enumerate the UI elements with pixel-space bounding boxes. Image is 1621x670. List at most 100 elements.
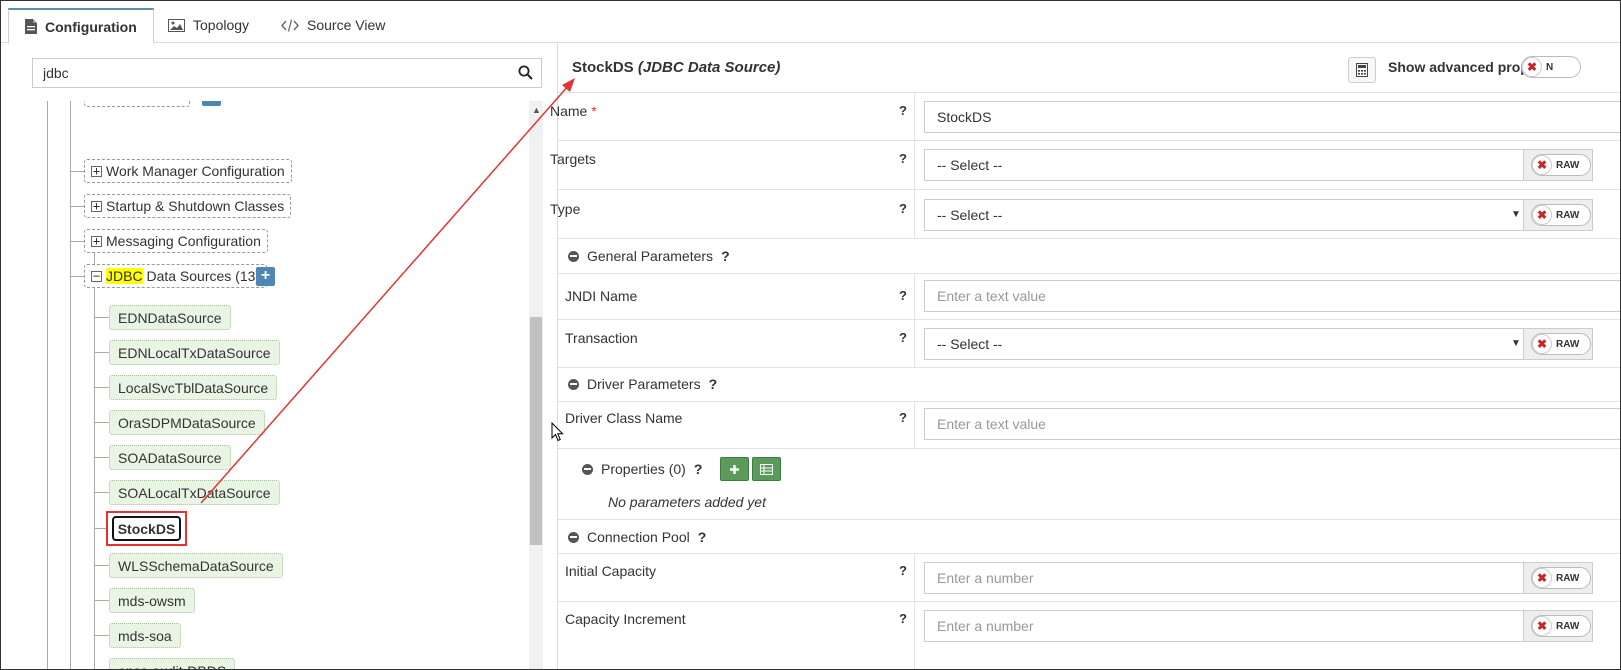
- transaction-raw-toggle[interactable]: ✖ RAW: [1531, 333, 1591, 355]
- config-tree: + Work Manager Configuration + Startup &…: [1, 101, 557, 669]
- tab-label: Topology: [193, 17, 250, 33]
- field-label: Capacity Increment: [565, 611, 686, 627]
- raw-label: RAW: [1556, 572, 1580, 584]
- tree-leaf[interactable]: WLSSchemaDataSource: [109, 553, 283, 578]
- section-title: Driver Parameters: [587, 376, 701, 392]
- tree-node-work-manager[interactable]: + Work Manager Configuration: [84, 159, 292, 183]
- scroll-up-icon[interactable]: ▲: [532, 105, 541, 115]
- search-input[interactable]: [33, 59, 513, 87]
- tree-node-messaging[interactable]: + Messaging Configuration: [84, 229, 268, 253]
- tree-leaf[interactable]: LocalSvcTblDataSource: [109, 375, 278, 400]
- help-icon[interactable]: ?: [694, 461, 703, 477]
- tree-leaf[interactable]: EDNDataSource: [109, 305, 231, 330]
- search-highlight: JDBC: [106, 268, 143, 284]
- collapse-icon[interactable]: [568, 531, 579, 543]
- section-header[interactable]: General Parameters ?: [568, 248, 730, 264]
- name-input[interactable]: StockDS: [924, 101, 1620, 133]
- type-select[interactable]: -- Select --: [924, 199, 1524, 231]
- add-button[interactable]: [202, 101, 221, 106]
- add-data-source-button[interactable]: +: [256, 267, 275, 286]
- scrollbar-thumb[interactable]: [530, 317, 542, 545]
- tab-configuration[interactable]: Configuration: [8, 8, 154, 44]
- tree-leaf[interactable]: SOALocalTxDataSource: [109, 480, 280, 505]
- targets-raw-toggle[interactable]: ✖ RAW: [1531, 154, 1591, 176]
- initial-capacity-input[interactable]: Enter a number: [924, 562, 1524, 594]
- help-icon[interactable]: ?: [721, 248, 730, 264]
- tree-scrollbar[interactable]: ▲: [529, 101, 543, 669]
- section-header[interactable]: Driver Parameters ?: [568, 376, 717, 392]
- tree-node-startup-shutdown[interactable]: + Startup & Shutdown Classes: [84, 194, 292, 218]
- close-icon: ✖: [1522, 57, 1542, 77]
- section-title: Connection Pool: [587, 529, 690, 545]
- row-capacity-increment: Capacity Increment ? Enter a number ✖ RA…: [558, 601, 1620, 669]
- collapse-icon[interactable]: [568, 250, 579, 262]
- close-icon: ✖: [1532, 334, 1552, 354]
- expand-icon[interactable]: +: [91, 200, 102, 212]
- help-icon[interactable]: ?: [899, 151, 907, 166]
- tab-topology[interactable]: Topology: [168, 8, 249, 42]
- jndi-name-input[interactable]: Enter a text value: [924, 280, 1620, 312]
- help-icon[interactable]: ?: [899, 330, 907, 345]
- add-property-button[interactable]: [720, 457, 750, 481]
- tree-leaf-selected[interactable]: StockDS: [112, 516, 181, 541]
- expand-icon[interactable]: +: [91, 235, 102, 247]
- tree-leaf[interactable]: OraSDPMDataSource: [109, 410, 265, 435]
- tree-line: [94, 352, 109, 353]
- section-header[interactable]: Properties (0) ?: [582, 457, 782, 481]
- list-properties-button[interactable]: [752, 457, 782, 481]
- close-icon: ✖: [1532, 155, 1552, 175]
- page-title: StockDS (JDBC Data Source): [572, 59, 780, 76]
- help-icon[interactable]: ?: [698, 529, 707, 545]
- type-raw-toggle[interactable]: ✖ RAW: [1531, 204, 1591, 226]
- search-icon[interactable]: [518, 65, 533, 83]
- app-window: Configuration Topology Source View jdbc …: [0, 0, 1621, 670]
- divider: [914, 93, 915, 140]
- section-header[interactable]: Connection Pool ?: [568, 529, 706, 545]
- expand-icon[interactable]: +: [91, 165, 102, 177]
- collapse-icon[interactable]: [568, 378, 579, 390]
- section-title: General Parameters: [587, 248, 714, 264]
- tree-node-label: Startup & Shutdown Classes: [106, 198, 285, 214]
- help-icon[interactable]: ?: [899, 288, 907, 303]
- help-icon[interactable]: ?: [709, 376, 718, 392]
- help-icon[interactable]: ?: [899, 611, 907, 626]
- row-jndi-name: JNDI Name ? Enter a text value: [558, 273, 1620, 319]
- help-icon[interactable]: ?: [899, 103, 907, 118]
- advanced-properties-toggle[interactable]: ✖ N: [1521, 56, 1581, 78]
- tree-line: [94, 317, 109, 318]
- help-icon[interactable]: ?: [899, 201, 907, 216]
- tree-leaf[interactable]: opss-audit-DBDS: [109, 658, 236, 669]
- transaction-select[interactable]: -- Select --: [924, 328, 1524, 360]
- collapse-icon[interactable]: [582, 463, 593, 475]
- chevron-down-icon[interactable]: ▼: [1511, 209, 1521, 220]
- section-general-parameters: General Parameters ?: [558, 238, 1620, 273]
- collapse-icon[interactable]: −: [91, 270, 102, 282]
- capacity-increment-input[interactable]: Enter a number: [924, 610, 1524, 642]
- divider: [914, 554, 915, 601]
- title-type: (JDBC Data Source): [637, 59, 781, 76]
- divider: [914, 274, 915, 319]
- driver-class-name-input[interactable]: Enter a text value: [924, 408, 1620, 440]
- detail-panel: StockDS (JDBC Data Source) Show advanced…: [550, 43, 1620, 669]
- tab-source-view[interactable]: Source View: [281, 8, 385, 42]
- help-icon[interactable]: ?: [899, 410, 907, 425]
- chevron-down-icon[interactable]: ▼: [1511, 338, 1521, 349]
- row-type: Type ? -- Select -- ▼ ✖ RAW: [550, 189, 1620, 238]
- help-icon[interactable]: ?: [899, 563, 907, 578]
- targets-select[interactable]: -- Select --: [924, 149, 1524, 181]
- capacity-increment-raw-toggle[interactable]: ✖ RAW: [1531, 615, 1591, 637]
- tree-line: [94, 422, 109, 423]
- initial-capacity-raw-toggle[interactable]: ✖ RAW: [1531, 567, 1591, 589]
- tree-leaf[interactable]: EDNLocalTxDataSource: [109, 340, 280, 365]
- field-label: Driver Class Name: [565, 410, 683, 426]
- tree-line: [94, 600, 109, 601]
- tree-node-partial[interactable]: [84, 101, 190, 107]
- divider: [914, 141, 915, 189]
- calculator-icon[interactable]: [1348, 57, 1376, 83]
- tree-leaf[interactable]: mds-owsm: [109, 588, 195, 613]
- tree-node-jdbc-data-sources[interactable]: − JDBC Data Sources (13): [84, 264, 268, 288]
- tree-line: [94, 247, 95, 669]
- field-label: Name *: [550, 103, 597, 119]
- tree-leaf[interactable]: SOADataSource: [109, 445, 231, 470]
- tree-leaf[interactable]: mds-soa: [109, 623, 181, 648]
